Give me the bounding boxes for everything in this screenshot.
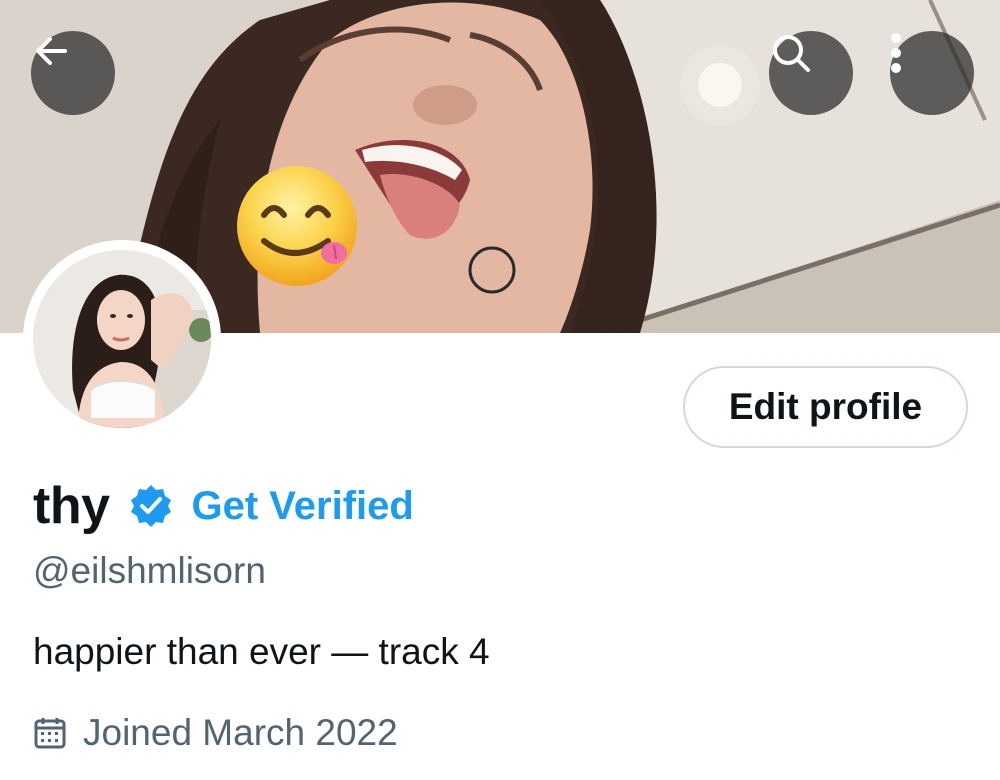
more-vertical-icon (891, 33, 901, 73)
search-button[interactable] (769, 31, 853, 115)
profile-bio: happier than ever — track 4 (33, 631, 490, 672)
face-savoring-food-emoji (237, 166, 357, 286)
avatar-photo (33, 250, 211, 428)
get-verified-link[interactable]: Get Verified (192, 484, 414, 529)
more-options-button[interactable] (890, 31, 974, 115)
back-arrow-icon (36, 37, 67, 65)
calendar-icon (33, 716, 67, 750)
profile-page: Edit profile thy Get Verified @eilshmlis… (0, 0, 1000, 780)
verified-badge-icon[interactable] (128, 483, 174, 529)
joined-date-row: Joined March 2022 (33, 712, 398, 754)
search-icon (773, 35, 810, 72)
display-name: thy (33, 477, 110, 535)
edit-profile-button[interactable]: Edit profile (683, 366, 968, 448)
username-handle: @eilshmlisorn (33, 550, 266, 591)
joined-date-text: Joined March 2022 (83, 712, 398, 753)
avatar[interactable] (23, 240, 221, 438)
back-button[interactable] (31, 31, 115, 115)
name-row: thy Get Verified (33, 474, 414, 538)
